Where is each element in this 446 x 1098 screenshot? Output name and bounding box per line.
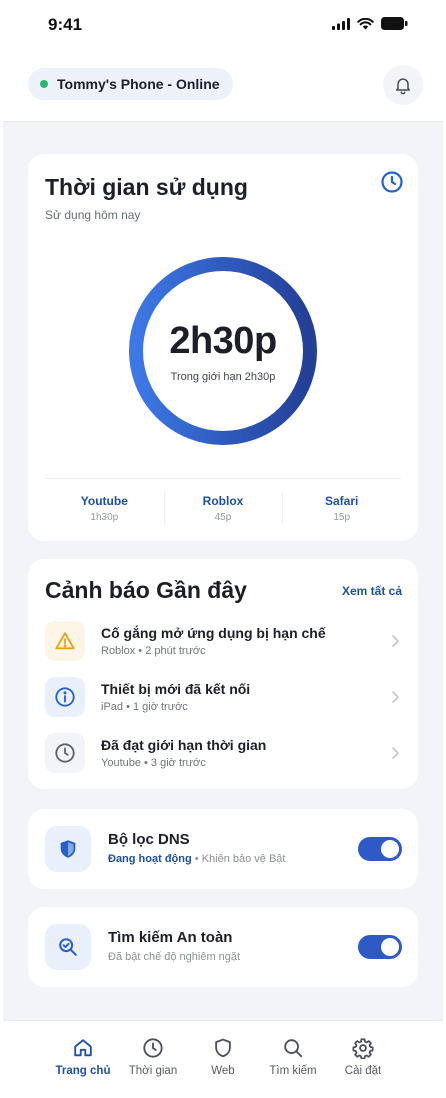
recent-alerts-card: Cảnh báo Gần đây Xem tất cả Cố gắng mở ứ… xyxy=(28,559,418,789)
dns-status-active: Đang hoạt động xyxy=(108,853,192,865)
toggle-knob xyxy=(381,938,399,956)
tab-search[interactable]: Tìm kiếm xyxy=(261,1037,325,1077)
divider xyxy=(45,478,401,479)
app-time: 45p xyxy=(214,512,232,523)
warning-icon xyxy=(55,632,75,650)
online-dot xyxy=(40,80,48,88)
alerts-title: Cảnh báo Gần đây xyxy=(45,577,247,603)
status-icons xyxy=(332,17,408,30)
safe-search-title: Tìm kiếm An toàn xyxy=(108,929,233,946)
app-usage-roblox[interactable]: Roblox 45p xyxy=(163,488,283,528)
app-usage-youtube[interactable]: Youtube 1h30p xyxy=(45,488,164,528)
toggle-knob xyxy=(381,840,399,858)
app-name: Safari xyxy=(325,494,359,508)
tab-home[interactable]: Trang chủ xyxy=(51,1037,115,1077)
alert-subtitle: iPad • 1 giờ trước xyxy=(101,701,188,713)
alert-subtitle: Roblox • 2 phút trước xyxy=(101,645,206,657)
safe-search-icon-box xyxy=(45,924,91,970)
tab-web[interactable]: Web xyxy=(191,1037,255,1077)
screen-time-subtitle: Sử dụng hôm nay xyxy=(45,208,141,222)
app-usage-safari[interactable]: Safari 15p xyxy=(282,488,401,528)
top-header: Tommy's Phone - Online xyxy=(3,48,443,122)
alert-item-time-limit[interactable]: Đã đạt giới hạn thời gian Youtube • 3 gi… xyxy=(45,733,401,775)
signal-icon xyxy=(332,17,350,30)
wifi-icon xyxy=(357,17,374,29)
screen-time-history-button[interactable] xyxy=(380,170,404,199)
gear-icon xyxy=(352,1038,374,1059)
screen-time-title: Thời gian sử dụng xyxy=(45,174,248,200)
screen-time-card: Thời gian sử dụng Sử dụng hôm nay 2h30p … xyxy=(28,154,418,541)
status-time: 9:41 xyxy=(48,15,83,34)
alert-title: Cố gắng mở ứng dụng bị hạn chế xyxy=(101,625,326,641)
alert-icon-box xyxy=(45,677,85,717)
usage-limit-text: Trong giới hạn 2h30p xyxy=(170,370,276,383)
usage-ring: 2h30p Trong giới hạn 2h30p xyxy=(128,256,318,446)
notifications-button[interactable] xyxy=(383,65,423,105)
dns-status-detail: • Khiên bảo vệ Bật xyxy=(194,853,286,865)
dns-filter-title: Bộ lọc DNS xyxy=(108,831,190,848)
shield-icon xyxy=(60,840,76,858)
tab-settings[interactable]: Cài đặt xyxy=(331,1037,395,1077)
alert-title: Thiết bị mới đã kết nối xyxy=(101,681,251,697)
app-time: 15p xyxy=(333,512,351,523)
chevron-right-icon xyxy=(392,691,399,703)
safe-search-subtitle: Đã bật chế độ nghiêm ngặt xyxy=(108,951,241,963)
tab-label: Trang chủ xyxy=(55,1065,111,1077)
device-status-pill[interactable]: Tommy's Phone - Online xyxy=(28,68,233,100)
app-usage-list: Youtube 1h30p Roblox 45p Safari 15p xyxy=(45,488,401,528)
alert-item-restricted-app[interactable]: Cố gắng mở ứng dụng bị hạn chế Roblox • … xyxy=(45,621,401,663)
dns-filter-card: Bộ lọc DNS Đang hoạt động • Khiên bảo vệ… xyxy=(28,809,418,889)
battery-icon xyxy=(381,17,408,30)
app-name: Youtube xyxy=(80,494,128,508)
alert-icon-box xyxy=(45,733,85,773)
alert-title: Đã đạt giới hạn thời gian xyxy=(101,737,267,753)
safe-search-toggle[interactable] xyxy=(358,935,402,959)
chevron-right-icon xyxy=(392,635,399,647)
safe-search-card: Tìm kiếm An toàn Đã bật chế độ nghiêm ng… xyxy=(28,907,418,987)
see-all-link[interactable]: Xem tất cả xyxy=(342,584,402,598)
search-icon xyxy=(284,1039,303,1058)
tab-label: Thời gian xyxy=(128,1065,178,1077)
tab-screen-time[interactable]: Thời gian xyxy=(121,1037,185,1077)
clock-icon xyxy=(55,743,75,763)
clock-icon xyxy=(381,171,403,193)
home-icon xyxy=(74,1039,92,1057)
status-bar: 9:41 xyxy=(0,0,446,48)
alert-icon-box xyxy=(45,621,85,661)
tab-label: Web xyxy=(211,1065,235,1077)
dns-filter-subtitle: Đang hoạt động • Khiên bảo vệ Bật xyxy=(108,853,285,865)
main-content[interactable]: Thời gian sử dụng Sử dụng hôm nay 2h30p … xyxy=(3,122,443,1020)
dns-icon-box xyxy=(45,826,91,872)
clock-icon xyxy=(143,1038,163,1058)
app-time: 1h30p xyxy=(90,512,119,523)
device-status-label: Tommy's Phone - Online xyxy=(57,76,220,92)
dns-filter-toggle[interactable] xyxy=(358,837,402,861)
usage-total: 2h30p xyxy=(169,319,277,362)
bell-icon xyxy=(396,78,410,95)
bottom-tab-bar: Trang chủ Thời gian Web Tìm kiếm Cài đặt xyxy=(3,1020,443,1098)
search-check-icon xyxy=(59,938,77,956)
app-name: Roblox xyxy=(202,494,244,508)
alert-item-new-device[interactable]: Thiết bị mới đã kết nối iPad • 1 giờ trư… xyxy=(45,677,401,719)
shield-icon xyxy=(215,1038,231,1058)
info-icon xyxy=(55,687,75,707)
tab-label: Tìm kiếm xyxy=(269,1065,317,1077)
alert-subtitle: Youtube • 3 giờ trước xyxy=(101,757,206,769)
tab-label: Cài đặt xyxy=(344,1065,382,1077)
chevron-right-icon xyxy=(392,747,399,759)
